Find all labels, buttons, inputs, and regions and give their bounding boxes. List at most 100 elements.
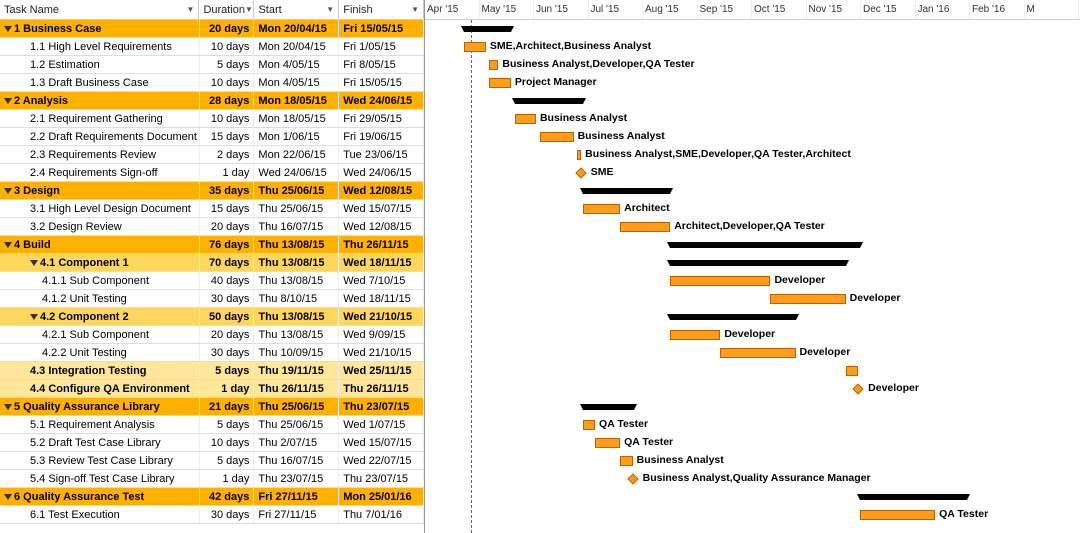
cell-name[interactable]: 3.2 Design Review: [0, 218, 200, 235]
cell-name[interactable]: 2.1 Requirement Gathering: [0, 110, 200, 127]
expand-icon[interactable]: [4, 98, 12, 104]
dropdown-icon[interactable]: ▼: [411, 5, 419, 14]
cell-name[interactable]: 3 Design: [0, 182, 200, 199]
cell-name[interactable]: 1.3 Draft Business Case: [0, 74, 200, 91]
milestone-marker[interactable]: [853, 383, 864, 394]
task-bar[interactable]: [670, 330, 720, 340]
task-bar[interactable]: [489, 78, 510, 88]
task-row[interactable]: 4.2.1 Sub Component20 daysThu 13/08/15We…: [0, 326, 424, 344]
expand-icon[interactable]: [4, 404, 12, 410]
cell-start[interactable]: Fri 27/11/15: [254, 506, 339, 523]
cell-name[interactable]: 2.3 Requirements Review: [0, 146, 200, 163]
cell-duration[interactable]: 5 days: [200, 416, 255, 433]
expand-icon[interactable]: [4, 26, 12, 32]
expand-icon[interactable]: [4, 188, 12, 194]
cell-name[interactable]: 3.1 High Level Design Document: [0, 200, 200, 217]
cell-name[interactable]: 1 Business Case: [0, 20, 200, 37]
task-bar[interactable]: [540, 132, 574, 142]
task-row[interactable]: 1.3 Draft Business Case10 daysMon 4/05/1…: [0, 74, 424, 92]
cell-duration[interactable]: 10 days: [200, 38, 255, 55]
cell-start[interactable]: Thu 26/11/15: [254, 380, 339, 397]
cell-duration[interactable]: 70 days: [200, 254, 255, 271]
cell-duration[interactable]: 21 days: [200, 398, 255, 415]
task-bar[interactable]: [583, 420, 596, 430]
task-row[interactable]: 5.2 Draft Test Case Library10 daysThu 2/…: [0, 434, 424, 452]
cell-duration[interactable]: 76 days: [200, 236, 255, 253]
task-bar[interactable]: [583, 204, 621, 214]
gantt-panel[interactable]: Apr '15May '15Jun '15Jul '15Aug '15Sep '…: [425, 0, 1080, 533]
cell-finish[interactable]: Wed 12/08/15: [339, 218, 424, 235]
cell-duration[interactable]: 20 days: [200, 20, 255, 37]
cell-duration[interactable]: 5 days: [200, 362, 255, 379]
cell-name[interactable]: 2.4 Requirements Sign-off: [0, 164, 200, 181]
cell-finish[interactable]: Fri 15/05/15: [339, 74, 424, 91]
cell-start[interactable]: Thu 10/09/15: [254, 344, 339, 361]
cell-name[interactable]: 4.1.2 Unit Testing: [0, 290, 200, 307]
task-bar[interactable]: [489, 60, 498, 70]
task-row[interactable]: 3.2 Design Review20 daysThu 16/07/15Wed …: [0, 218, 424, 236]
cell-name[interactable]: 1.2 Estimation: [0, 56, 200, 73]
cell-finish[interactable]: Wed 24/06/15: [339, 164, 424, 181]
task-bar[interactable]: [515, 114, 536, 124]
cell-finish[interactable]: Wed 18/11/15: [339, 290, 424, 307]
task-bar[interactable]: [620, 222, 670, 232]
task-bar[interactable]: [620, 456, 633, 466]
cell-duration[interactable]: 15 days: [200, 128, 255, 145]
cell-start[interactable]: Mon 20/04/15: [254, 38, 339, 55]
col-header-finish[interactable]: Finish▼: [339, 0, 424, 19]
cell-start[interactable]: Thu 19/11/15: [254, 362, 339, 379]
cell-duration[interactable]: 42 days: [200, 488, 255, 505]
task-row[interactable]: 4 Build76 daysThu 13/08/15Thu 26/11/15: [0, 236, 424, 254]
cell-name[interactable]: 4.3 Integration Testing: [0, 362, 200, 379]
cell-finish[interactable]: Wed 22/07/15: [339, 452, 424, 469]
cell-start[interactable]: Fri 27/11/15: [254, 488, 339, 505]
task-row[interactable]: 4.3 Integration Testing5 daysThu 19/11/1…: [0, 362, 424, 380]
cell-name[interactable]: 4.2.2 Unit Testing: [0, 344, 200, 361]
task-bar[interactable]: [577, 150, 581, 160]
summary-bar[interactable]: [860, 494, 967, 500]
cell-finish[interactable]: Wed 15/07/15: [339, 434, 424, 451]
cell-finish[interactable]: Fri 1/05/15: [339, 38, 424, 55]
cell-name[interactable]: 4.2.1 Sub Component: [0, 326, 200, 343]
cell-start[interactable]: Mon 20/04/15: [254, 20, 339, 37]
task-row[interactable]: 4.4 Configure QA Environment1 dayThu 26/…: [0, 380, 424, 398]
milestone-marker[interactable]: [627, 473, 638, 484]
cell-name[interactable]: 4.1.1 Sub Component: [0, 272, 200, 289]
task-row[interactable]: 5 Quality Assurance Library21 daysThu 25…: [0, 398, 424, 416]
cell-duration[interactable]: 2 days: [200, 146, 255, 163]
cell-start[interactable]: Thu 2/07/15: [254, 434, 339, 451]
cell-start[interactable]: Thu 13/08/15: [254, 326, 339, 343]
task-row[interactable]: 3.1 High Level Design Document15 daysThu…: [0, 200, 424, 218]
cell-finish[interactable]: Thu 7/01/16: [339, 506, 424, 523]
cell-finish[interactable]: Wed 9/09/15: [339, 326, 424, 343]
task-bar[interactable]: [860, 510, 935, 520]
cell-duration[interactable]: 10 days: [200, 110, 255, 127]
col-header-name[interactable]: Task Name▼: [0, 0, 199, 19]
summary-bar[interactable]: [670, 260, 845, 266]
cell-finish[interactable]: Wed 12/08/15: [339, 182, 424, 199]
task-row[interactable]: 2.2 Draft Requirements Document15 daysMo…: [0, 128, 424, 146]
dropdown-icon[interactable]: ▼: [187, 5, 195, 14]
task-bar[interactable]: [464, 42, 485, 52]
task-row[interactable]: 1.2 Estimation5 daysMon 4/05/15Fri 8/05/…: [0, 56, 424, 74]
expand-icon[interactable]: [4, 242, 12, 248]
cell-name[interactable]: 5.3 Review Test Case Library: [0, 452, 200, 469]
cell-start[interactable]: Mon 1/06/15: [254, 128, 339, 145]
cell-start[interactable]: Mon 4/05/15: [254, 56, 339, 73]
cell-name[interactable]: 6.1 Test Execution: [0, 506, 200, 523]
task-row[interactable]: 5.1 Requirement Analysis5 daysThu 25/06/…: [0, 416, 424, 434]
cell-name[interactable]: 6 Quality Assurance Test: [0, 488, 200, 505]
cell-start[interactable]: Mon 18/05/15: [254, 110, 339, 127]
cell-start[interactable]: Thu 13/08/15: [254, 236, 339, 253]
task-row[interactable]: 3 Design35 daysThu 25/06/15Wed 12/08/15: [0, 182, 424, 200]
cell-finish[interactable]: Fri 19/06/15: [339, 128, 424, 145]
expand-icon[interactable]: [30, 314, 38, 320]
task-bar[interactable]: [770, 294, 845, 304]
task-row[interactable]: 5.3 Review Test Case Library5 daysThu 16…: [0, 452, 424, 470]
cell-start[interactable]: Mon 4/05/15: [254, 74, 339, 91]
summary-bar[interactable]: [583, 404, 635, 410]
task-row[interactable]: 2.4 Requirements Sign-off1 dayWed 24/06/…: [0, 164, 424, 182]
cell-start[interactable]: Mon 18/05/15: [254, 92, 339, 109]
cell-name[interactable]: 2.2 Draft Requirements Document: [0, 128, 200, 145]
cell-name[interactable]: 1.1 High Level Requirements: [0, 38, 200, 55]
